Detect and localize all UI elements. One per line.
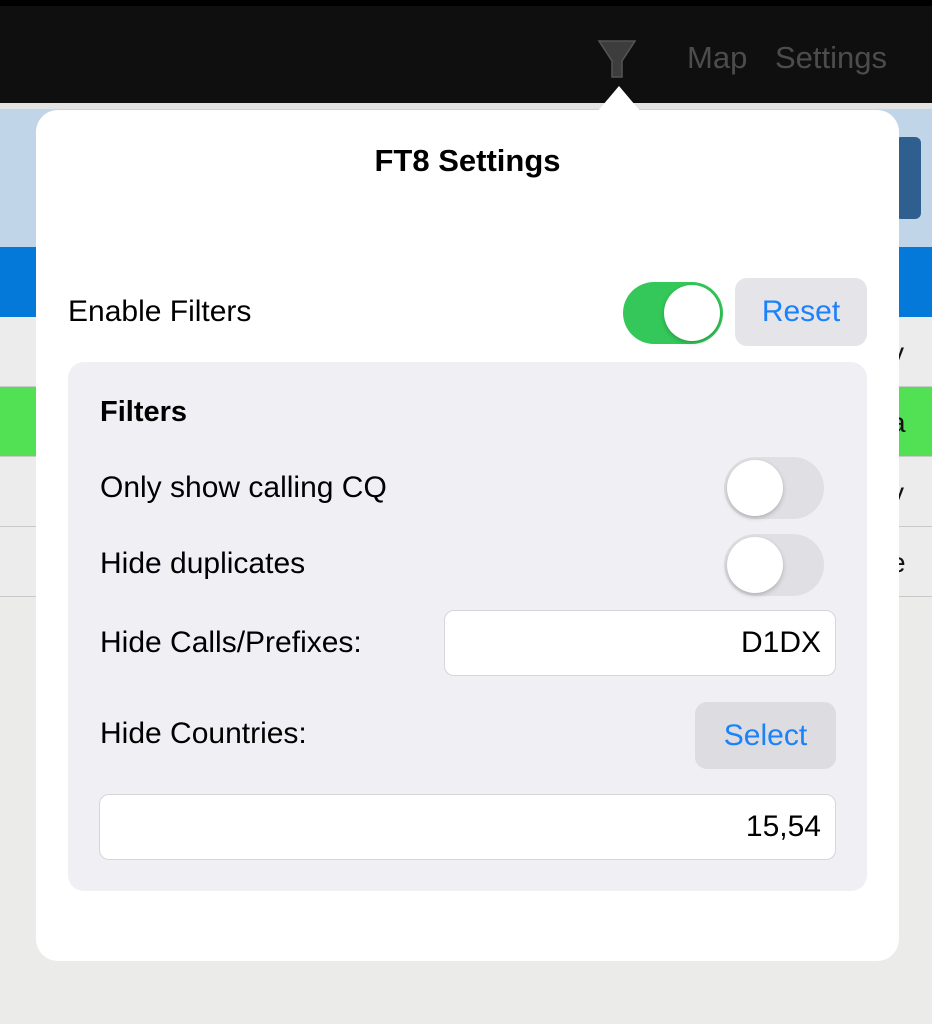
popover-title: FT8 Settings [374,143,561,178]
only-cq-label: Only show calling CQ [100,471,387,504]
only-cq-toggle[interactable] [724,457,824,519]
enable-filters-label: Enable Filters [68,295,252,328]
nav-settings[interactable]: Settings [775,40,887,76]
toggle-knob [664,285,720,341]
hide-countries-input[interactable]: 15,54 [99,794,836,860]
ft8-settings-popover: FT8 Settings Enable Filters Reset Filter… [36,110,899,961]
hide-calls-label: Hide Calls/Prefixes: [100,626,362,659]
hide-countries-label: Hide Countries: [100,717,307,750]
select-countries-button[interactable]: Select [695,702,836,769]
toggle-knob [727,460,783,516]
hide-duplicates-toggle[interactable] [724,534,824,596]
popover-arrow [597,86,641,112]
filters-heading: Filters [100,396,188,428]
nav-map[interactable]: Map [687,40,747,76]
hide-calls-input[interactable]: D1DX [444,610,836,676]
hide-duplicates-label: Hide duplicates [100,547,306,580]
funnel-icon[interactable] [597,39,637,79]
reset-button[interactable]: Reset [735,278,867,346]
filters-panel: Filters Only show calling CQ Hide duplic… [68,362,867,891]
toggle-knob [727,537,783,593]
enable-filters-toggle[interactable] [623,282,723,344]
top-bar: Map Settings [0,0,932,103]
